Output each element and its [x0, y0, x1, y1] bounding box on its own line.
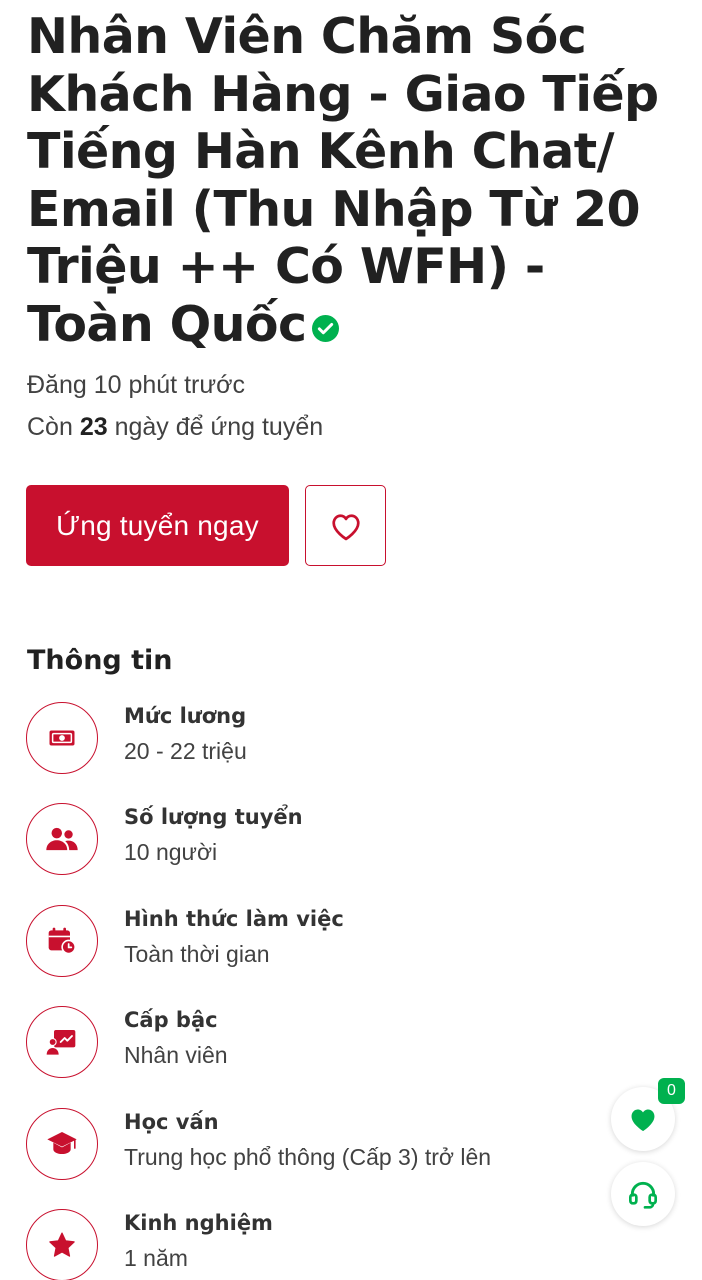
- info-section-title: Thông tin: [27, 645, 173, 676]
- info-value: Toàn thời gian: [124, 941, 270, 967]
- apply-now-button[interactable]: Ứng tuyển ngay: [26, 485, 289, 566]
- support-floating-button[interactable]: [611, 1162, 675, 1226]
- graduation-cap-icon: [47, 1132, 77, 1154]
- info-value: 1 năm: [124, 1245, 188, 1271]
- info-label: Số lượng tuyển: [124, 805, 303, 829]
- calendar-clock-icon: [48, 927, 76, 955]
- money-icon: [49, 730, 75, 746]
- deadline-text: Còn 23 ngày để ứng tuyển: [27, 413, 324, 441]
- info-value: 10 người: [124, 839, 218, 865]
- info-label: Học vấn: [124, 1110, 219, 1134]
- star-icon: [49, 1232, 75, 1257]
- info-item-level: Cấp bậc Nhân viên: [26, 1006, 676, 1078]
- info-value: Nhân viên: [124, 1042, 228, 1068]
- save-job-button[interactable]: [305, 485, 386, 566]
- info-item-salary: Mức lương 20 - 22 triệu: [26, 702, 676, 774]
- info-item-experience: Kinh nghiệm 1 năm: [26, 1209, 676, 1280]
- job-title: Nhân Viên Chăm Sóc Khách Hàng - Giao Tiế…: [27, 8, 687, 353]
- job-detail-page: Nhân Viên Chăm Sóc Khách Hàng - Giao Tiế…: [0, 0, 702, 1280]
- remaining-days: 23: [79, 413, 108, 441]
- info-label: Hình thức làm việc: [124, 907, 344, 931]
- info-label: Mức lương: [124, 704, 247, 728]
- info-value: Trung học phổ thông (Cấp 3) trở lên: [124, 1144, 492, 1170]
- headset-icon: [629, 1181, 657, 1209]
- users-icon: [46, 827, 78, 851]
- info-label: Kinh nghiệm: [124, 1211, 273, 1235]
- info-item-headcount: Số lượng tuyển 10 người: [26, 803, 676, 875]
- info-label: Cấp bậc: [124, 1008, 218, 1032]
- heart-outline-icon: [331, 513, 360, 540]
- job-title-text: Nhân Viên Chăm Sóc Khách Hàng - Giao Tiế…: [27, 8, 659, 353]
- info-value: 20 - 22 triệu: [124, 738, 247, 764]
- check-circle-icon: [312, 314, 340, 342]
- info-item-work-type: Hình thức làm việc Toàn thời gian: [26, 905, 676, 977]
- presentation-icon: [46, 1030, 76, 1055]
- heart-icon: [631, 1109, 655, 1132]
- posted-time: Đăng 10 phút trước: [27, 371, 245, 399]
- info-item-education: Học vấn Trung học phổ thông (Cấp 3) trở …: [26, 1108, 676, 1180]
- favorites-count-badge: 0: [658, 1078, 685, 1104]
